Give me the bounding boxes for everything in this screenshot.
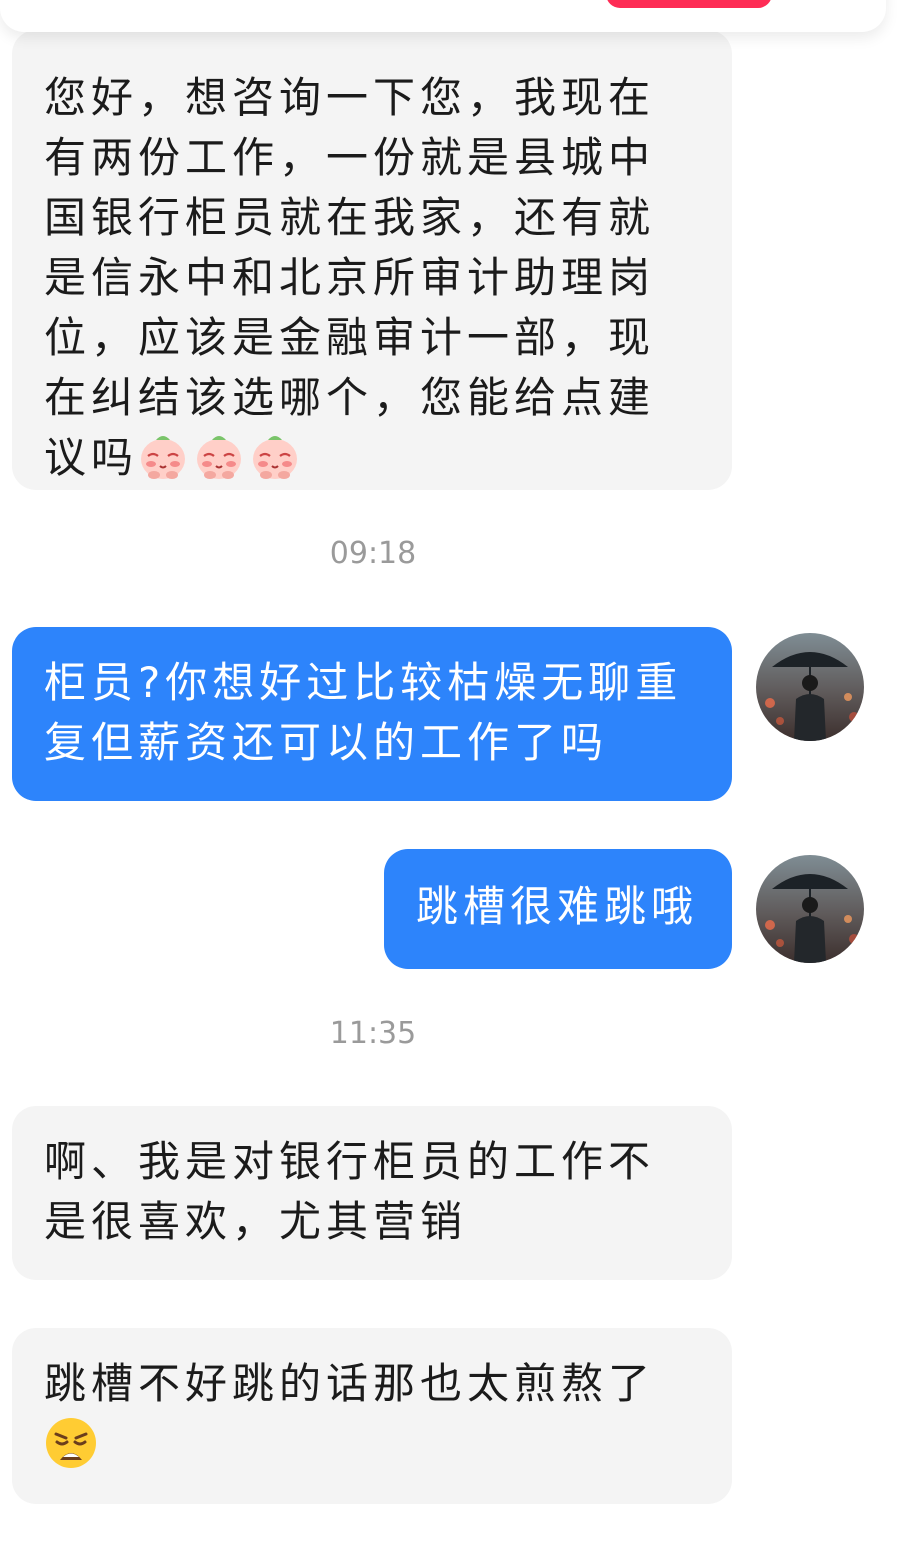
peach-emoji-icon bbox=[253, 436, 298, 479]
timestamp: 09:18 bbox=[329, 536, 417, 571]
user-avatar[interactable] bbox=[756, 633, 864, 741]
message-text: 跳槽不好跳的话那也太煎熬了 bbox=[44, 1359, 656, 1408]
peach-emoji-icon bbox=[197, 436, 242, 479]
user-avatar[interactable] bbox=[756, 855, 864, 963]
chat-screen: 您好，想咨询一下您，我现在有两份工作，一份就是县城中国银行柜员就在我家，还有就是… bbox=[0, 0, 912, 1544]
message-text: 跳槽很难跳哦 bbox=[416, 882, 699, 931]
message-text: 啊、我是对银行柜员的工作不是很喜欢，尤其营销 bbox=[44, 1137, 656, 1246]
outgoing-message-bubble[interactable]: 柜员?你想好过比较枯燥无聊重复但薪资还可以的工作了吗 bbox=[12, 627, 732, 801]
timestamp: 11:35 bbox=[329, 1016, 417, 1051]
message-text: 柜员?你想好过比较枯燥无聊重复但薪资还可以的工作了吗 bbox=[44, 658, 683, 767]
weary-face-emoji-icon bbox=[46, 1418, 96, 1468]
message-text: 您好，想咨询一下您，我现在有两份工作，一份就是县城中国银行柜员就在我家，还有就是… bbox=[44, 73, 656, 482]
peach-emoji-icon bbox=[141, 436, 186, 479]
top-bar bbox=[0, 0, 886, 32]
incoming-message-bubble[interactable]: 啊、我是对银行柜员的工作不是很喜欢，尤其营销 bbox=[12, 1106, 732, 1280]
top-action-button[interactable] bbox=[606, 0, 772, 8]
incoming-message-bubble[interactable]: 跳槽不好跳的话那也太煎熬了 bbox=[12, 1328, 732, 1504]
incoming-message-bubble[interactable]: 您好，想咨询一下您，我现在有两份工作，一份就是县城中国银行柜员就在我家，还有就是… bbox=[12, 30, 732, 490]
outgoing-message-bubble[interactable]: 跳槽很难跳哦 bbox=[384, 849, 732, 969]
